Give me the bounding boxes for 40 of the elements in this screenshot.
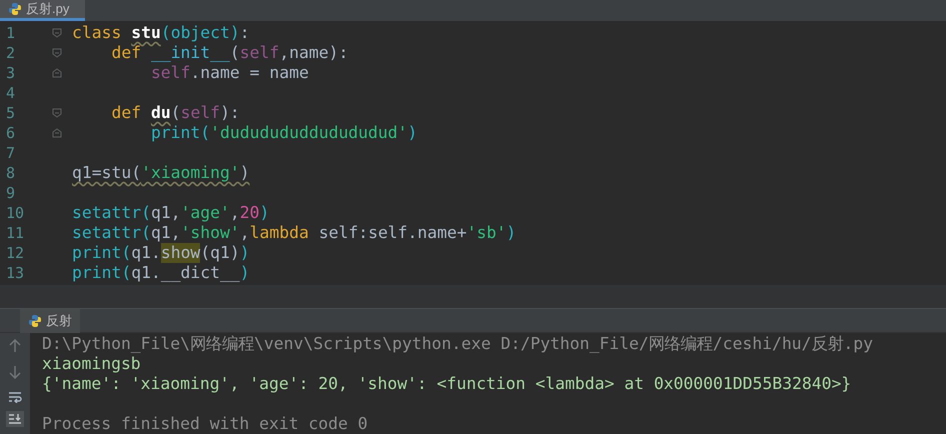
console-line: Process finished with exit code 0 bbox=[42, 414, 369, 434]
line-number: 9 bbox=[5, 183, 16, 203]
line-number: 8 bbox=[5, 163, 16, 183]
up-arrow-icon[interactable] bbox=[9, 339, 21, 353]
code-line: q1=stu('xiaoming') bbox=[72, 163, 250, 183]
fold-marker-icon[interactable] bbox=[52, 128, 62, 138]
line-number: 13 bbox=[5, 263, 26, 283]
line-number: 4 bbox=[5, 83, 16, 103]
fold-marker-icon[interactable] bbox=[52, 48, 62, 58]
console-line: D:\Python_File\网络编程\venv\Scripts\python.exe D:/Python_File/网络编程/ceshi/hu/反射.py bbox=[42, 334, 874, 354]
code-line: print('dududududdudududud') bbox=[150, 123, 418, 143]
code-line: setattr(q1,'age',20) bbox=[72, 203, 270, 223]
console-line: {'name': 'xiaoming', 'age': 20, 'show': <function <lambda> at 0x000001DD55B32840>} bbox=[42, 374, 852, 394]
fold-marker-icon[interactable] bbox=[52, 68, 62, 78]
line-number: 2 bbox=[5, 43, 16, 63]
code-line: self.name = name bbox=[150, 63, 309, 83]
line-number: 6 bbox=[5, 123, 16, 143]
python-icon bbox=[8, 2, 22, 16]
line-number: 12 bbox=[5, 243, 26, 263]
line-number: 7 bbox=[5, 143, 16, 163]
python-icon bbox=[28, 314, 42, 328]
line-number: 5 bbox=[5, 103, 16, 123]
line-number: 10 bbox=[5, 203, 26, 223]
console-line: xiaomingsb bbox=[42, 354, 142, 374]
scroll-to-end-icon[interactable] bbox=[6, 411, 24, 427]
editor-tab[interactable]: 反射.py bbox=[0, 0, 86, 21]
line-number: 3 bbox=[5, 63, 16, 83]
run-tab[interactable]: 反射 bbox=[20, 308, 80, 332]
code-line: setattr(q1,'show',lambda self:self.name+'sb') bbox=[72, 223, 516, 243]
code-line: print(q1.__dict__) bbox=[72, 263, 250, 283]
code-line: def __init__(self,name): bbox=[110, 43, 348, 63]
code-line: print(q1.show(q1)) bbox=[72, 243, 250, 263]
fold-marker-icon[interactable] bbox=[52, 108, 62, 118]
code-line: def du(self): bbox=[110, 103, 240, 123]
line-number: 1 bbox=[5, 23, 16, 43]
soft-wrap-icon[interactable] bbox=[8, 391, 22, 403]
down-arrow-icon[interactable] bbox=[9, 365, 21, 379]
fold-marker-icon[interactable] bbox=[52, 28, 62, 38]
line-number: 11 bbox=[5, 223, 26, 243]
code-line: class stu(object): bbox=[72, 23, 250, 43]
